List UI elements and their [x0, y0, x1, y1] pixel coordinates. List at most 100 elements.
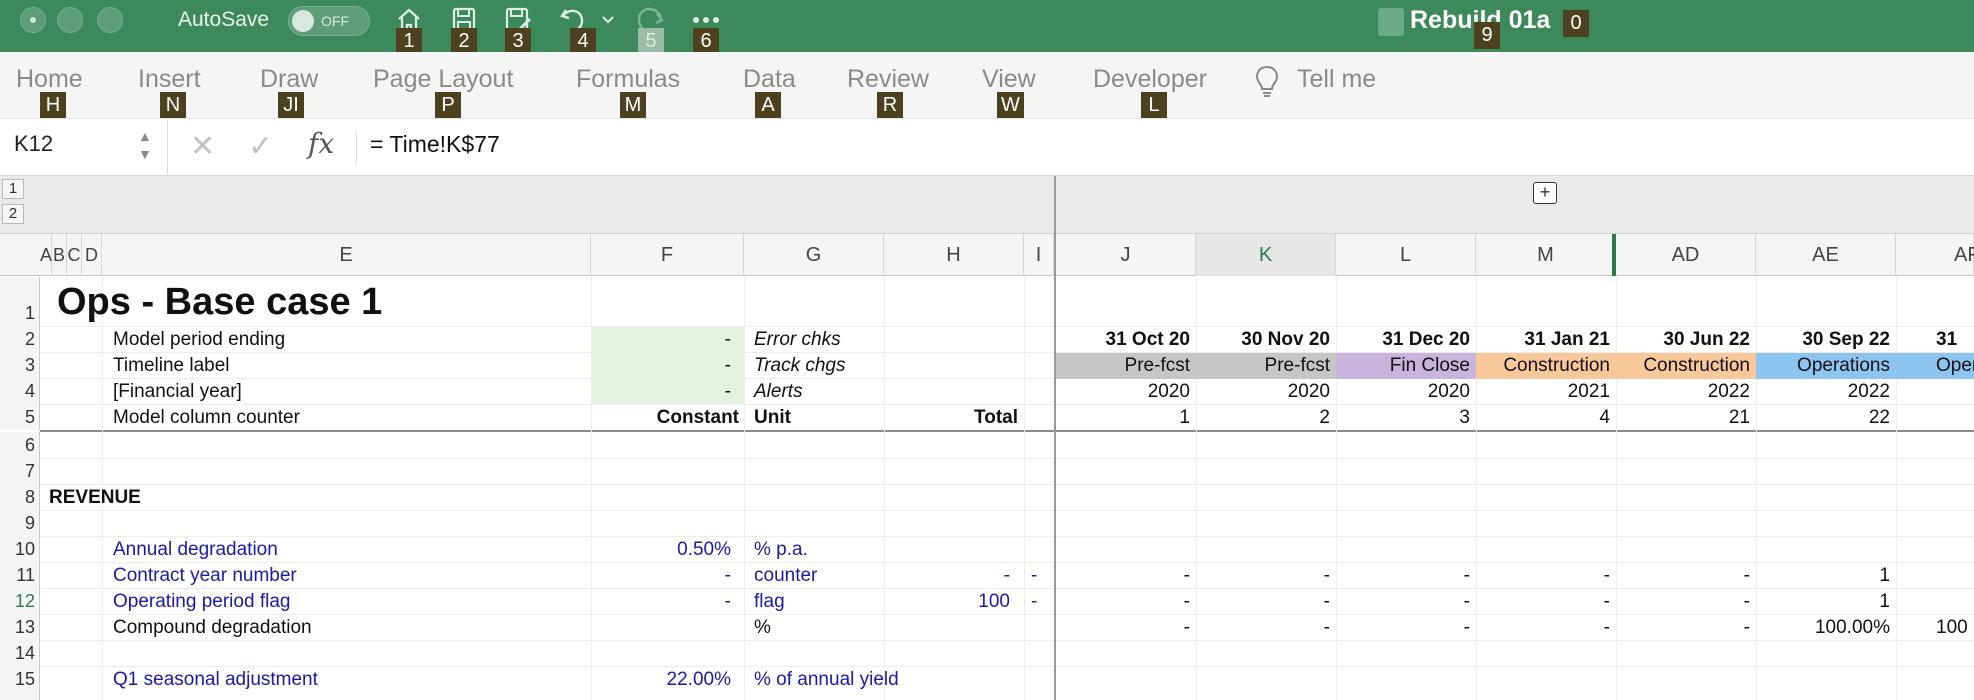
col-header-i[interactable]: I — [1024, 234, 1054, 276]
tab-view[interactable]: View — [982, 65, 1036, 94]
k-dates-cell[interactable]: 30 Nov 20 — [1196, 327, 1336, 353]
j-counter-cell[interactable]: 1 — [1056, 405, 1196, 431]
tab-formulas[interactable]: Formulas — [576, 65, 680, 94]
f15-value[interactable]: 22.00% — [591, 669, 731, 691]
col-header-h[interactable]: H — [884, 234, 1024, 276]
ae-years-cell[interactable]: 2022 — [1756, 379, 1896, 405]
tab-review[interactable]: Review — [847, 65, 929, 94]
ae-labels-cell[interactable]: Operations — [1756, 353, 1896, 379]
j-labels-cell[interactable]: Pre-fcst — [1056, 353, 1196, 379]
col-header-g[interactable]: G — [744, 234, 884, 276]
row-header-7[interactable]: 7 — [0, 458, 40, 484]
col-header-ad[interactable]: AD — [1616, 234, 1756, 276]
tab-draw[interactable]: Draw — [260, 65, 318, 94]
row-header-12[interactable]: 12 — [0, 588, 40, 614]
g4-alerts[interactable]: Alerts — [754, 381, 803, 403]
col-header-a[interactable]: A — [40, 234, 52, 276]
m-r12-cell[interactable]: - — [1476, 589, 1616, 615]
row-header-3[interactable]: 3 — [0, 352, 40, 378]
col-header-l[interactable]: L — [1336, 234, 1476, 276]
tab-developer[interactable]: Developer — [1093, 65, 1207, 94]
g2-error-chks[interactable]: Error chks — [754, 329, 841, 351]
label-operating-period-flag[interactable]: Operating period flag — [113, 591, 290, 613]
f11-value[interactable]: - — [591, 565, 731, 587]
col-header-k[interactable]: K — [1196, 234, 1336, 276]
ae-r11-cell[interactable]: 1 — [1756, 563, 1896, 589]
af-years-cell[interactable] — [1896, 379, 1974, 405]
g12-unit[interactable]: flag — [754, 591, 785, 613]
row-header-10[interactable]: 10 — [0, 536, 40, 562]
j-years-cell[interactable]: 2020 — [1056, 379, 1196, 405]
ae-counter-cell[interactable]: 22 — [1756, 405, 1896, 431]
j-r11-cell[interactable]: - — [1056, 563, 1196, 589]
i12-value[interactable]: - — [1031, 591, 1037, 613]
window-close-button[interactable] — [20, 7, 46, 33]
ad-r11-cell[interactable]: - — [1616, 563, 1756, 589]
ad-counter-cell[interactable]: 21 — [1616, 405, 1756, 431]
j-dates-cell[interactable]: 31 Oct 20 — [1056, 327, 1196, 353]
k-labels-cell[interactable]: Pre-fcst — [1196, 353, 1336, 379]
af-counter-cell[interactable] — [1896, 405, 1974, 431]
f12-value[interactable]: - — [591, 591, 731, 613]
af-r13-cell[interactable]: 100 — [1896, 615, 1974, 641]
l-r12-cell[interactable]: - — [1336, 589, 1476, 615]
g11-unit[interactable]: counter — [754, 565, 817, 587]
cancel-entry-icon[interactable]: ✕ — [190, 129, 215, 164]
hidden-columns-marker[interactable] — [1612, 234, 1616, 276]
row-header-15[interactable]: 15 — [0, 666, 40, 700]
af-r11-cell[interactable] — [1896, 563, 1974, 589]
tab-page-layout[interactable]: Page Layout — [373, 65, 513, 94]
l-dates-cell[interactable]: 31 Dec 20 — [1336, 327, 1476, 353]
k-r13-cell[interactable]: - — [1196, 615, 1336, 641]
g15-unit[interactable]: % of annual yield — [754, 669, 899, 691]
undo-dropdown-chevron-down-icon[interactable] — [596, 3, 620, 37]
window-maximize-button[interactable] — [97, 7, 123, 33]
af-r12-cell[interactable] — [1896, 589, 1974, 615]
row-header-1[interactable]: 1 — [0, 277, 40, 326]
k-r12-cell[interactable]: - — [1196, 589, 1336, 615]
h12-value[interactable]: 100 — [884, 591, 1010, 613]
k-counter-cell[interactable]: 2 — [1196, 405, 1336, 431]
k-years-cell[interactable]: 2020 — [1196, 379, 1336, 405]
f5-constant-header[interactable]: Constant — [591, 407, 739, 429]
section-revenue[interactable]: REVENUE — [49, 487, 141, 509]
formula-input[interactable]: = Time!K$77 — [370, 131, 500, 158]
tab-insert[interactable]: Insert — [138, 65, 201, 94]
l-counter-cell[interactable]: 3 — [1336, 405, 1476, 431]
ad-years-cell[interactable]: 2022 — [1616, 379, 1756, 405]
l-years-cell[interactable]: 2020 — [1336, 379, 1476, 405]
row-header-6[interactable]: 6 — [0, 432, 40, 458]
row-header-9[interactable]: 9 — [0, 510, 40, 536]
label-annual-degradation[interactable]: Annual degradation — [113, 539, 278, 561]
insert-function-icon[interactable]: fx — [308, 127, 334, 160]
h11-value[interactable]: - — [884, 565, 1010, 587]
ae-r12-cell[interactable]: 1 — [1756, 589, 1896, 615]
f3-value[interactable]: - — [591, 355, 731, 377]
row-header-8[interactable]: 8 — [0, 484, 40, 510]
f4-value[interactable]: - — [591, 381, 731, 403]
m-counter-cell[interactable]: 4 — [1476, 405, 1616, 431]
row-header-2[interactable]: 2 — [0, 326, 40, 352]
m-labels-cell[interactable]: Construction — [1476, 353, 1616, 379]
col-header-m[interactable]: M — [1476, 234, 1616, 276]
row-header-5[interactable]: 5 — [0, 404, 40, 430]
outline-level-2-button[interactable]: 2 — [2, 204, 24, 224]
j-r13-cell[interactable]: - — [1056, 615, 1196, 641]
row-header-14[interactable]: 14 — [0, 640, 40, 666]
label-timeline-label[interactable]: Timeline label — [113, 355, 230, 377]
label-contract-year-number[interactable]: Contract year number — [113, 565, 297, 587]
m-years-cell[interactable]: 2021 — [1476, 379, 1616, 405]
g5-unit-header[interactable]: Unit — [754, 407, 791, 429]
label-q1-seasonal-adjustment[interactable]: Q1 seasonal adjustment — [113, 669, 318, 691]
af-dates-cell[interactable]: 31 De — [1896, 327, 1974, 353]
confirm-entry-icon[interactable]: ✓ — [248, 129, 273, 164]
ad-r12-cell[interactable]: - — [1616, 589, 1756, 615]
af-labels-cell[interactable]: Oper — [1896, 353, 1974, 379]
g13-unit[interactable]: % — [754, 617, 771, 639]
label-model-period-ending[interactable]: Model period ending — [113, 329, 285, 351]
ae-dates-cell[interactable]: 30 Sep 22 — [1756, 327, 1896, 353]
col-header-b[interactable]: B — [52, 234, 67, 276]
l-r13-cell[interactable]: - — [1336, 615, 1476, 641]
j-r12-cell[interactable]: - — [1056, 589, 1196, 615]
ad-r13-cell[interactable]: - — [1616, 615, 1756, 641]
